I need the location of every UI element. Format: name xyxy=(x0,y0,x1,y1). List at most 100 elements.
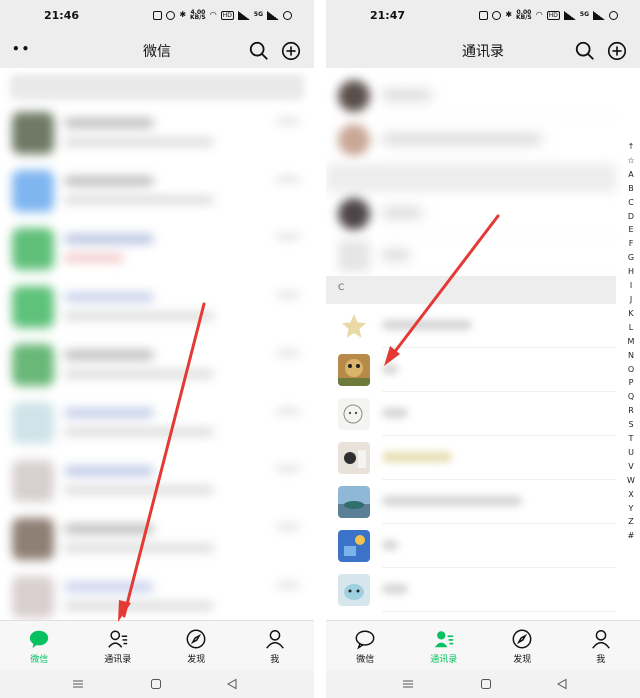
index-letter[interactable]: M xyxy=(628,335,635,349)
index-letter[interactable]: Q xyxy=(628,390,634,404)
tab-label: 我 xyxy=(596,655,606,665)
status-time: 21:47 xyxy=(370,9,406,22)
wifi-icon: ◠ xyxy=(209,10,217,19)
status-icons: ✱ 4.00 KB/S ◠ HD 5G xyxy=(153,10,292,21)
list-item[interactable] xyxy=(0,220,314,278)
alarm-icon xyxy=(166,10,176,20)
search-bar-blurred[interactable] xyxy=(10,74,304,100)
menu-nav-icon[interactable] xyxy=(402,678,414,690)
search-icon[interactable] xyxy=(574,40,596,62)
list-item[interactable] xyxy=(0,162,314,220)
chat-list xyxy=(0,68,314,620)
index-letter[interactable]: Y xyxy=(629,502,634,516)
tab-label: 我 xyxy=(270,655,280,665)
bluetooth-icon: ✱ xyxy=(179,10,187,19)
index-letter[interactable]: Z xyxy=(628,515,633,529)
nfc-icon xyxy=(479,10,489,20)
back-nav-icon[interactable] xyxy=(556,678,568,690)
index-letter[interactable]: # xyxy=(628,529,635,543)
search-icon[interactable] xyxy=(248,40,270,62)
index-letter[interactable]: ☆ xyxy=(627,154,634,168)
add-icon[interactable] xyxy=(280,40,302,62)
index-letter[interactable]: N xyxy=(628,349,634,363)
contacts-icon xyxy=(108,630,127,648)
hd-icon: HD xyxy=(220,10,234,20)
system-nav-bar xyxy=(326,670,640,698)
signal-icon-2 xyxy=(593,10,605,20)
tab-chats[interactable]: 微信 xyxy=(0,621,79,670)
index-letter[interactable]: S xyxy=(628,418,633,432)
tab-label: 发现 xyxy=(187,655,206,665)
contacts-icon xyxy=(434,631,453,648)
index-letter[interactable]: O xyxy=(628,363,634,377)
index-letter[interactable]: L xyxy=(629,321,633,335)
index-letter[interactable]: R xyxy=(628,404,634,418)
list-item[interactable] xyxy=(326,192,616,236)
index-letter[interactable]: G xyxy=(628,251,634,265)
battery-icon xyxy=(609,10,618,20)
index-letter[interactable]: X xyxy=(628,488,633,502)
signal-icon xyxy=(237,10,250,20)
status-bar: 21:46 ✱ 4.00 KB/S ◠ HD 5G xyxy=(0,0,314,36)
back-nav-icon[interactable] xyxy=(226,678,238,690)
list-item[interactable] xyxy=(0,336,314,394)
index-letter[interactable]: T xyxy=(629,432,634,446)
list-item-target[interactable] xyxy=(326,348,616,392)
nfc-icon xyxy=(153,10,163,20)
alphabet-index[interactable]: ↑ ☆ A B C D E F G H I J K L M N O P Q R S T U V W X Y Z # xyxy=(624,140,638,543)
signal-icon xyxy=(563,10,576,20)
tab-chats[interactable]: 微信 xyxy=(326,621,405,670)
tab-contacts[interactable]: 通讯录 xyxy=(405,621,484,670)
index-letter[interactable]: D xyxy=(628,210,634,224)
list-item[interactable] xyxy=(326,524,616,568)
index-letter[interactable]: C xyxy=(628,196,634,210)
index-letter[interactable]: W xyxy=(627,474,635,488)
list-item[interactable] xyxy=(0,278,314,336)
index-letter[interactable]: K xyxy=(628,307,633,321)
list-item[interactable] xyxy=(0,510,314,568)
tab-me[interactable]: 我 xyxy=(562,621,640,670)
index-letter[interactable]: I xyxy=(630,279,632,293)
list-item[interactable] xyxy=(326,480,616,524)
home-nav-icon[interactable] xyxy=(480,678,492,690)
photo-avatar-icon xyxy=(338,442,370,474)
list-item[interactable] xyxy=(326,234,616,278)
index-letter[interactable]: F xyxy=(629,237,634,251)
menu-nav-icon[interactable] xyxy=(72,678,84,690)
top-header: •• 微信 xyxy=(0,36,314,68)
list-item[interactable] xyxy=(0,104,314,162)
index-letter[interactable]: B xyxy=(628,182,634,196)
index-letter[interactable]: ↑ xyxy=(628,140,635,154)
list-item[interactable] xyxy=(0,394,314,452)
index-letter[interactable]: U xyxy=(628,446,634,460)
section-header-blurred xyxy=(326,164,616,192)
system-nav-bar xyxy=(0,670,314,698)
list-item[interactable] xyxy=(326,304,616,348)
section-letter: C xyxy=(338,283,345,293)
add-icon[interactable] xyxy=(606,40,628,62)
index-letter[interactable]: A xyxy=(628,168,633,182)
index-letter[interactable]: H xyxy=(628,265,634,279)
tab-discover[interactable]: 发现 xyxy=(483,621,562,670)
tab-label: 发现 xyxy=(513,655,532,665)
list-item[interactable] xyxy=(0,568,314,620)
list-item[interactable] xyxy=(326,118,616,162)
home-nav-icon[interactable] xyxy=(150,678,162,690)
list-item[interactable] xyxy=(326,392,616,436)
index-letter[interactable]: P xyxy=(629,376,634,390)
contact-list: C xyxy=(326,68,640,620)
index-letter[interactable]: E xyxy=(628,223,633,237)
compass-icon xyxy=(186,629,206,649)
list-item[interactable] xyxy=(0,452,314,510)
tab-contacts[interactable]: 通讯录 xyxy=(79,621,158,670)
list-item[interactable] xyxy=(326,568,616,612)
index-letter[interactable]: V xyxy=(628,460,633,474)
list-item[interactable] xyxy=(326,74,616,118)
hd-icon: HD xyxy=(546,10,560,20)
tab-discover[interactable]: 发现 xyxy=(157,621,236,670)
list-item[interactable] xyxy=(326,436,616,480)
phone-screen-chats: 21:46 ✱ 4.00 KB/S ◠ HD 5G •• 微信 微信 通讯录 发… xyxy=(0,0,314,698)
index-letter[interactable]: J xyxy=(630,293,632,307)
cartoon-avatar-icon xyxy=(338,574,370,606)
tab-me[interactable]: 我 xyxy=(236,621,315,670)
